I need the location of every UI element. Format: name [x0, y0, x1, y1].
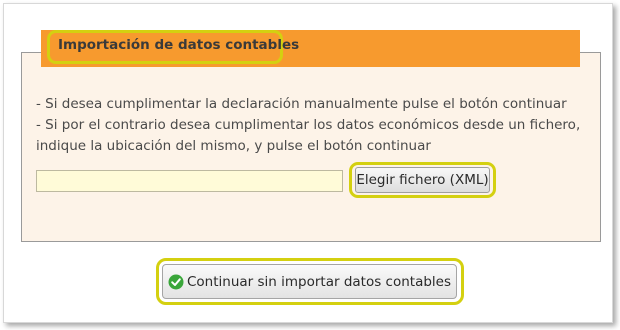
continue-label: Continuar sin importar datos contables — [186, 273, 451, 290]
file-path-field[interactable] — [36, 170, 343, 192]
instruction-line: indique la ubicación del mismo, y pulse … — [36, 138, 431, 154]
instruction-line: - Si desea cumplimentar la declaración m… — [36, 96, 567, 112]
check-circle-icon — [168, 274, 184, 290]
instructions: - Si desea cumplimentar la declaración m… — [36, 94, 586, 157]
continue-without-import-button[interactable]: Continuar sin importar datos contables — [162, 264, 457, 299]
section-title: Importación de datos contables — [58, 37, 300, 53]
instruction-line: - Si por el contrario desea cumplimentar… — [36, 117, 581, 133]
choose-file-button[interactable]: Elegir fichero (XML) — [355, 167, 490, 193]
